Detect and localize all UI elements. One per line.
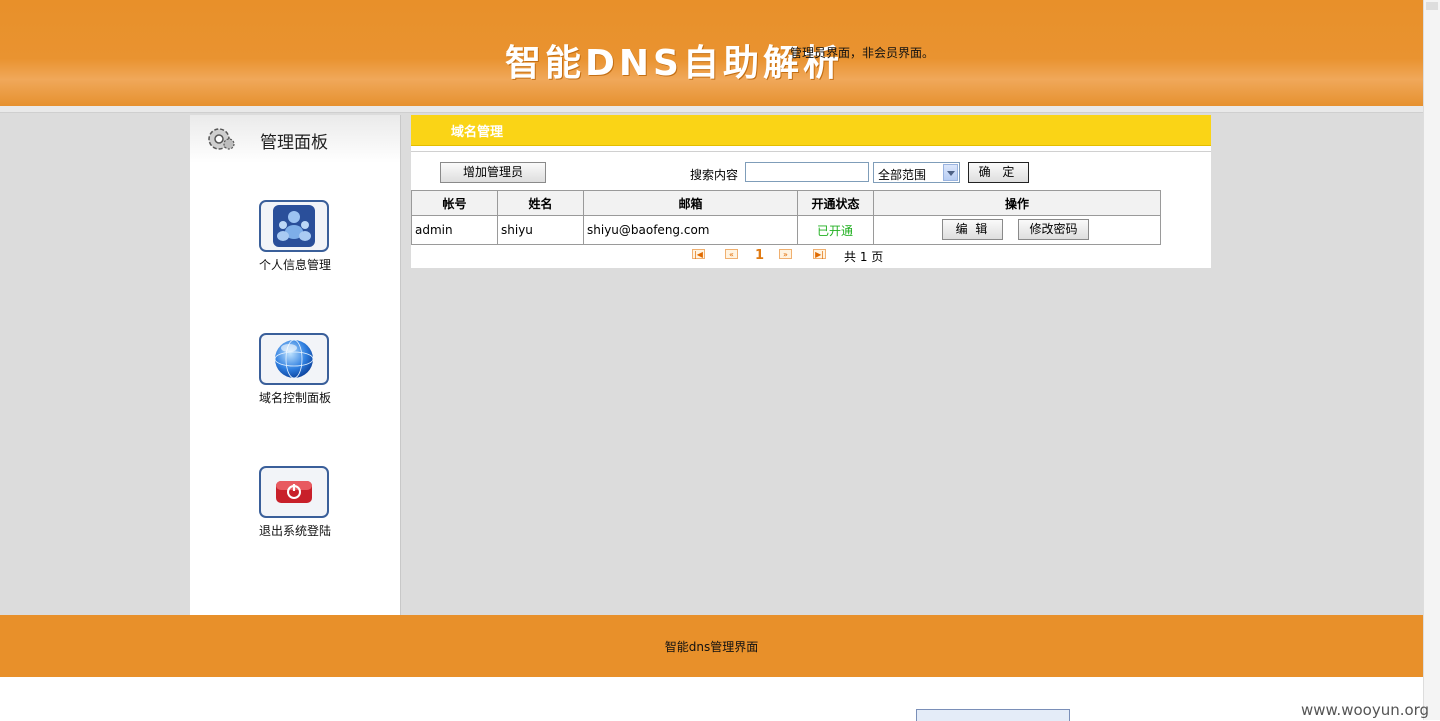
column-header-actions: 操作 xyxy=(873,190,1161,216)
confirm-button[interactable]: 确 定 xyxy=(968,162,1029,183)
domain-management-panel: 域名管理 增加管理员 搜索内容 全部范围 确 定 帐号 姓名 邮箱 开通状态 操… xyxy=(411,115,1211,268)
users-icon xyxy=(273,205,315,247)
sidebar-header: 管理面板 xyxy=(190,115,400,163)
search-label: 搜索内容 xyxy=(690,168,739,182)
column-header-email: 邮箱 xyxy=(583,190,798,216)
nav-icon-frame xyxy=(259,200,329,252)
scrollbar-up-arrow[interactable] xyxy=(1426,2,1438,10)
column-header-status: 开通状态 xyxy=(797,190,874,216)
edit-button[interactable]: 编 辑 xyxy=(942,219,1003,240)
footer-text: 智能dns管理界面 xyxy=(664,640,759,654)
scope-select[interactable]: 全部范围 xyxy=(873,162,960,183)
nav-domain-panel-label: 域名控制面板 xyxy=(258,391,331,405)
cell-actions: 编 辑 修改密码 xyxy=(873,215,1161,245)
column-header-account: 帐号 xyxy=(411,190,498,216)
cell-email: shiyu@baofeng.com xyxy=(583,215,798,245)
nav-logout[interactable]: 退出系统登陆 xyxy=(190,466,400,556)
search-input[interactable] xyxy=(745,162,869,182)
panel-header: 域名管理 xyxy=(411,115,1211,146)
change-password-button[interactable]: 修改密码 xyxy=(1018,219,1089,240)
header-banner: 智能DNS自助解析 管理员界面，非会员界面。 xyxy=(0,0,1423,106)
prev-page-icon[interactable]: « xyxy=(725,249,738,259)
app-subtitle: 管理员界面，非会员界面。 xyxy=(790,46,935,60)
sidebar: 管理面板 个人信息管理 域名控制面板 退出系统登陆 xyxy=(190,115,401,615)
chevron-down-icon[interactable] xyxy=(943,164,958,181)
pagination: |◀ « 1 » ▶| 共 1 页 xyxy=(411,247,1211,264)
gear-icon xyxy=(208,128,235,150)
current-page-number[interactable]: 1 xyxy=(755,248,764,263)
scope-select-value: 全部范围 xyxy=(878,168,927,182)
nav-personal-info-label: 个人信息管理 xyxy=(258,258,331,272)
table-header-row: 帐号 姓名 邮箱 开通状态 操作 xyxy=(411,190,1161,216)
vertical-scrollbar[interactable] xyxy=(1423,0,1440,720)
panel-divider xyxy=(411,151,1211,152)
add-admin-button[interactable]: 增加管理员 xyxy=(440,162,546,183)
ime-toolbar[interactable] xyxy=(916,709,1070,721)
sidebar-title: 管理面板 xyxy=(260,133,328,153)
last-page-icon[interactable]: ▶| xyxy=(813,249,826,259)
cell-status: 已开通 xyxy=(797,215,874,245)
power-icon xyxy=(276,481,312,503)
cell-name: shiyu xyxy=(497,215,584,245)
cell-account: admin xyxy=(411,215,498,245)
admin-table: 帐号 姓名 邮箱 开通状态 操作 admin shiyu shiyu@baofe… xyxy=(411,190,1161,245)
panel-title: 域名管理 xyxy=(451,125,504,140)
footer: 智能dns管理界面 xyxy=(0,615,1423,677)
column-header-name: 姓名 xyxy=(497,190,584,216)
nav-icon-frame xyxy=(259,466,329,518)
first-page-icon[interactable]: |◀ xyxy=(692,249,705,259)
nav-icon-frame xyxy=(259,333,329,385)
nav-logout-label: 退出系统登陆 xyxy=(258,524,331,538)
page-total: 共 1 页 xyxy=(844,250,884,264)
globe-icon xyxy=(274,339,314,379)
watermark: www.wooyun.org xyxy=(1301,701,1430,719)
next-page-icon[interactable]: » xyxy=(779,249,792,259)
header-divider xyxy=(0,106,1423,113)
nav-domain-panel[interactable]: 域名控制面板 xyxy=(190,333,400,423)
table-row: admin shiyu shiyu@baofeng.com 已开通 编 辑 修改… xyxy=(411,215,1161,245)
nav-personal-info[interactable]: 个人信息管理 xyxy=(190,200,400,290)
